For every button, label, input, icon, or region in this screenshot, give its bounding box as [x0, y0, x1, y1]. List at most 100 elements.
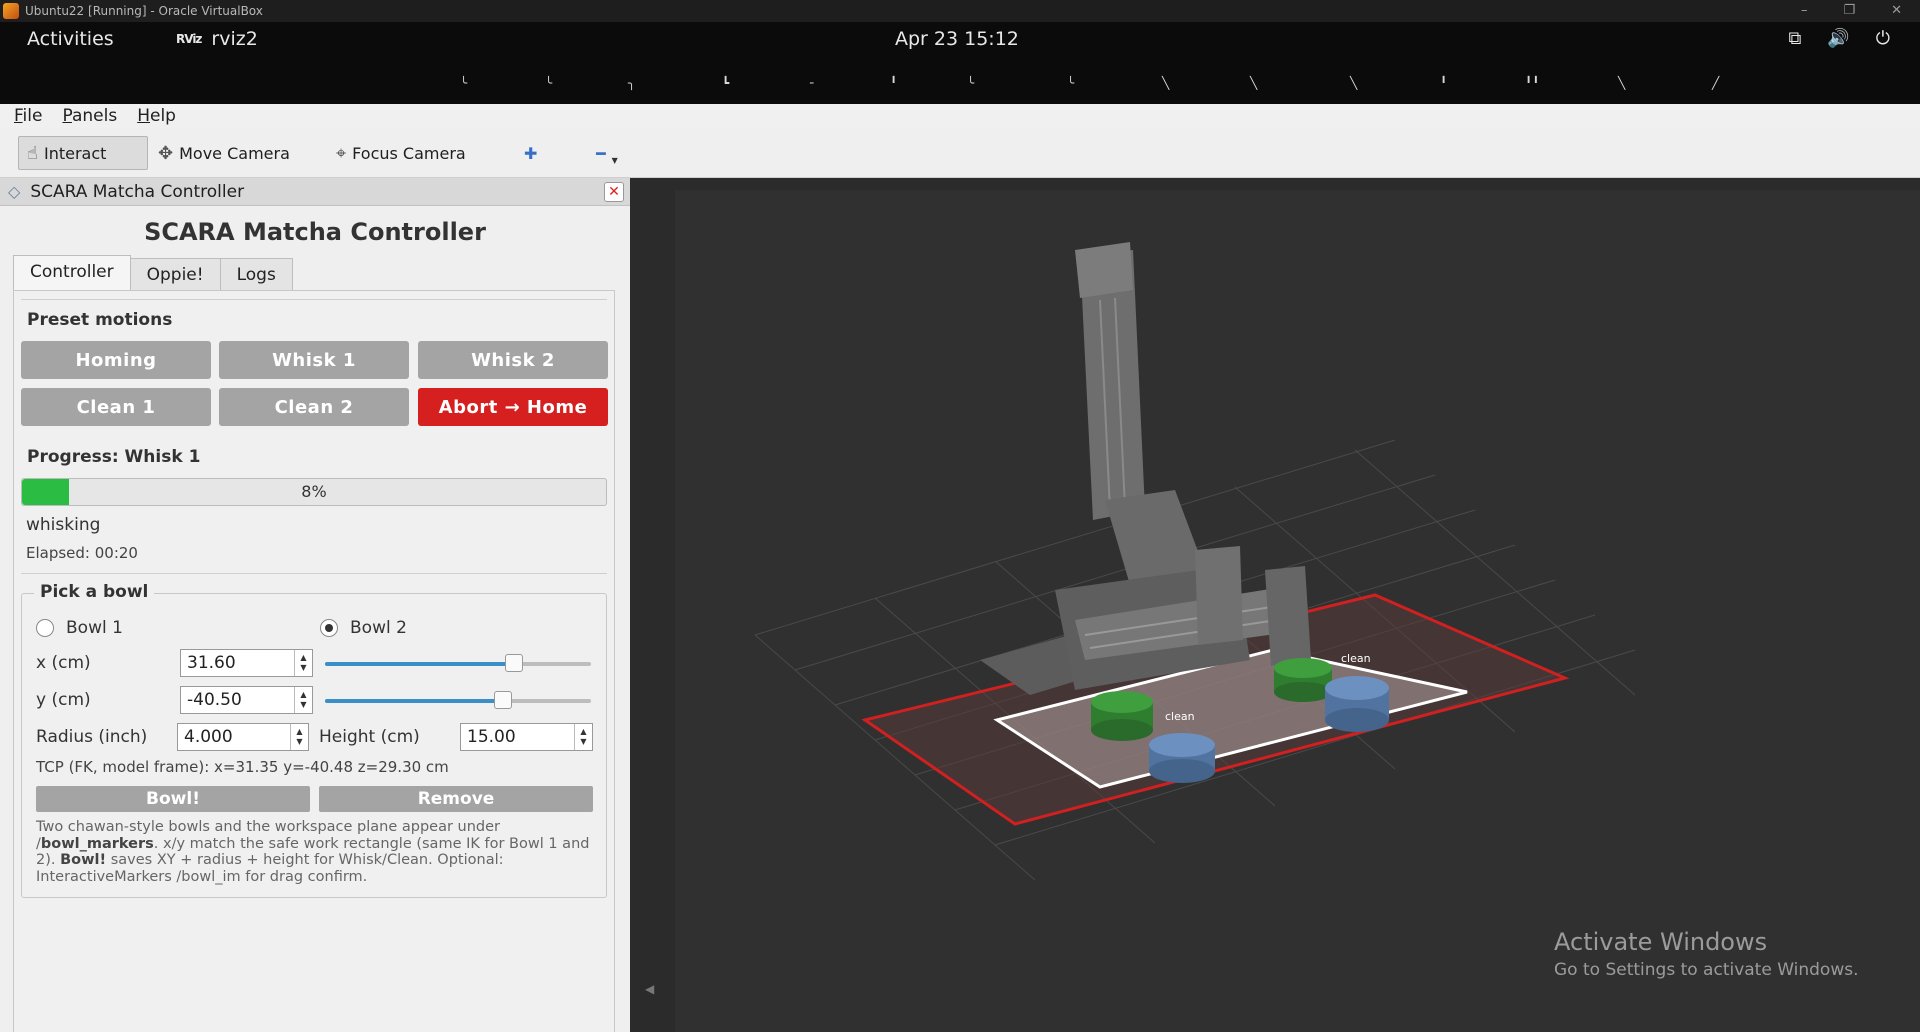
- progress-label: Progress: Whisk 1: [27, 447, 201, 467]
- focus-icon: ⌖: [336, 142, 347, 164]
- panel-title: SCARA Matcha Controller: [144, 218, 486, 246]
- watermark-line1: Activate Windows: [1554, 928, 1768, 956]
- whisk1-button[interactable]: Whisk 1: [219, 341, 409, 379]
- clean1-button[interactable]: Clean 1: [21, 388, 211, 426]
- tab-controller[interactable]: Controller: [13, 255, 131, 290]
- tab-logs[interactable]: Logs: [219, 258, 293, 290]
- close-icon[interactable]: ✕: [1891, 0, 1902, 22]
- bowl-blue-1: [1149, 733, 1215, 783]
- minimize-icon[interactable]: –: [1801, 0, 1808, 22]
- power-icon[interactable]: ⏻: [1876, 28, 1890, 49]
- restore-icon[interactable]: ❐: [1843, 0, 1855, 22]
- bowl-green-1: [1091, 691, 1153, 741]
- homing-button[interactable]: Homing: [21, 341, 211, 379]
- height-label: Height (cm): [319, 727, 420, 747]
- height-spinbox[interactable]: 15.00 ▲ ▼: [460, 723, 593, 751]
- clean2-button[interactable]: Clean 2: [219, 388, 409, 426]
- panel-header-title: SCARA Matcha Controller: [30, 181, 245, 202]
- spin-arrows-icon[interactable]: ▲ ▼: [294, 650, 312, 676]
- bowl-button[interactable]: Bowl!: [36, 786, 310, 812]
- add-tool-button[interactable]: ✚: [516, 136, 545, 170]
- controller-panel: ◇ SCARA Matcha Controller ✕ SCARA Matcha…: [0, 178, 630, 1032]
- app-menu[interactable]: RViz rviz2: [176, 28, 258, 50]
- interact-tool[interactable]: ☝ Interact: [18, 136, 148, 170]
- app-indicator-icon: ╮: [628, 76, 636, 90]
- radio-circle[interactable]: [36, 619, 54, 637]
- status-text: whisking: [26, 515, 101, 535]
- bowl-green-2: [1274, 658, 1332, 702]
- spin-arrows-icon[interactable]: ▲ ▼: [574, 724, 592, 750]
- app-icon-strip: ╰ ╰ ╮ ┗ ╴ ╹ ╰ ╰ ╲ ╲ ╲ ╹ ╹╹ ╲ ╱: [0, 58, 1920, 104]
- tcp-readout: TCP (FK, model frame): x=31.35 y=-40.48 …: [36, 758, 449, 776]
- bowl2-radio[interactable]: Bowl 2: [320, 618, 407, 638]
- activities-button[interactable]: Activities: [27, 28, 114, 50]
- bowl-blue-2: [1325, 676, 1389, 732]
- app-indicator-icon: ╱: [1712, 76, 1720, 90]
- system-tray[interactable]: ⧉ 🔊 ⏻: [1788, 28, 1890, 49]
- activate-windows-watermark: Activate Windows Go to Settings to activ…: [1554, 928, 1859, 980]
- app-indicator-icon: ╰: [545, 76, 553, 90]
- pick-bowl-title: Pick a bowl: [34, 582, 155, 602]
- radius-label: Radius (inch): [36, 727, 148, 747]
- x-spinbox[interactable]: 31.60 ▲ ▼: [180, 649, 313, 677]
- radio-circle[interactable]: [320, 619, 338, 637]
- app-indicator-icon: ╲: [1618, 76, 1626, 90]
- progress-text: 8%: [301, 482, 327, 501]
- menu-bar: File Panels Help: [0, 104, 1920, 128]
- volume-icon[interactable]: 🔊: [1827, 28, 1849, 49]
- app-indicator-icon: ╹: [890, 76, 898, 90]
- divider: [21, 299, 607, 300]
- network-icon[interactable]: ⧉: [1788, 28, 1801, 49]
- focus-camera-tool[interactable]: ⌖ Focus Camera: [328, 136, 474, 170]
- robot-wrist: [1195, 546, 1243, 645]
- app-indicator-icon: ╲: [1250, 76, 1258, 90]
- x-slider[interactable]: [325, 654, 591, 672]
- bowl1-radio[interactable]: Bowl 1: [36, 618, 123, 638]
- app-indicator-icon: ╹╹: [1525, 76, 1540, 90]
- 3d-viewport[interactable]: clean clean: [675, 190, 1920, 1032]
- app-indicator-icon: ╰: [1067, 76, 1075, 90]
- clock[interactable]: Apr 23 15:12: [895, 28, 1019, 50]
- scene-render: clean clean: [754, 242, 1636, 881]
- app-indicator-icon: ╰: [460, 76, 468, 90]
- x-label: x (cm): [36, 653, 91, 673]
- menu-panels[interactable]: Panels: [62, 106, 117, 126]
- remove-tool-button[interactable]: ━ ▼: [588, 136, 626, 170]
- virtualbox-icon: [3, 3, 19, 19]
- bowl-label: clean: [1341, 652, 1371, 665]
- divider: [21, 573, 607, 574]
- tab-oppie[interactable]: Oppie!: [129, 258, 221, 290]
- y-slider-handle[interactable]: [494, 691, 513, 709]
- move-camera-tool[interactable]: ✥ Move Camera: [150, 136, 298, 170]
- collapse-panel-icon[interactable]: ◀: [645, 982, 654, 996]
- y-slider-fill: [325, 699, 504, 703]
- progress-bar: 8%: [21, 478, 607, 506]
- y-slider[interactable]: [325, 691, 591, 709]
- robot-end-effector: [1265, 566, 1311, 666]
- watermark-line2: Go to Settings to activate Windows.: [1554, 960, 1859, 980]
- spin-arrows-icon[interactable]: ▲ ▼: [294, 687, 312, 713]
- plus-icon: ✚: [524, 143, 538, 163]
- gnome-top-bar: Activities RViz rviz2 Apr 23 15:12 ⧉ 🔊 ⏻: [0, 22, 1920, 58]
- rviz-app-icon: RViz: [176, 32, 202, 46]
- app-indicator-icon: ╴: [810, 76, 818, 90]
- panel-close-icon[interactable]: ✕: [604, 182, 624, 202]
- app-indicator-icon: ╹: [1440, 76, 1448, 90]
- dropdown-icon: ▼: [611, 155, 618, 165]
- elapsed-text: Elapsed: 00:20: [26, 544, 138, 562]
- abort-home-button[interactable]: Abort → Home: [418, 388, 608, 426]
- radius-spinbox[interactable]: 4.000 ▲ ▼: [177, 723, 309, 751]
- spin-arrows-icon[interactable]: ▲ ▼: [290, 724, 308, 750]
- menu-help[interactable]: Help: [137, 106, 176, 126]
- x-slider-handle[interactable]: [504, 654, 523, 672]
- menu-file[interactable]: File: [14, 106, 42, 126]
- panel-header: ◇ SCARA Matcha Controller ✕: [0, 178, 630, 206]
- y-spinbox[interactable]: -40.50 ▲ ▼: [180, 686, 313, 714]
- robot-column-top: [1075, 242, 1133, 298]
- x-slider-fill: [325, 662, 514, 666]
- vbox-title-bar: Ubuntu22 [Running] - Oracle VirtualBox –…: [0, 0, 1920, 22]
- preset-motions-label: Preset motions: [27, 310, 173, 330]
- remove-button[interactable]: Remove: [319, 786, 593, 812]
- bowl-label: clean: [1165, 710, 1195, 723]
- whisk2-button[interactable]: Whisk 2: [418, 341, 608, 379]
